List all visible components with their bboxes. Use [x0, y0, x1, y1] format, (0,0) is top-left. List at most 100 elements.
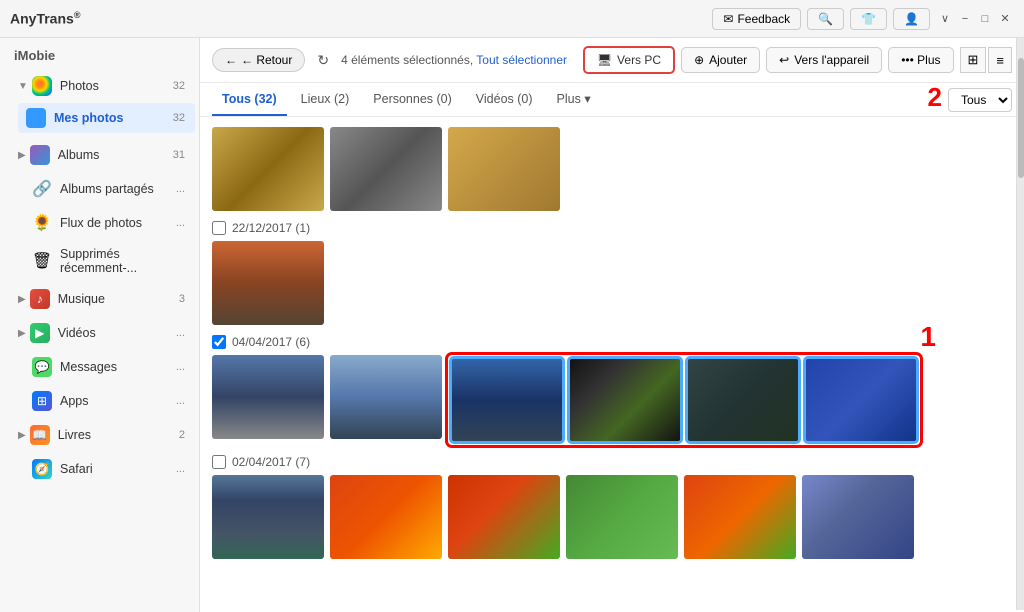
date-checkbox[interactable] — [212, 455, 226, 469]
date-group-top — [212, 127, 1012, 211]
sidebar-item-count: ... — [176, 183, 185, 195]
user-icon: 👤 — [904, 12, 919, 26]
date-text: 22/12/2017 (1) — [232, 221, 310, 235]
tab-personnes[interactable]: Personnes (0) — [363, 84, 462, 116]
sidebar-item-label: Photos — [60, 79, 169, 93]
videos-icon: ▶ — [30, 323, 50, 343]
sidebar-item-label: Safari — [60, 462, 172, 476]
sidebar-item-photos[interactable]: ▼ Photos 32 — [4, 70, 195, 102]
photo-thumb[interactable] — [566, 475, 678, 559]
sidebar-item-mes-photos[interactable]: Mes photos 32 — [18, 103, 195, 133]
tab-tous[interactable]: Tous (32) — [212, 84, 287, 116]
sidebar: iMobie ▼ Photos 32 Mes photos 32 ▶ Album… — [0, 38, 200, 612]
shared-icon: 🔗 — [32, 179, 52, 199]
chevron-down-btn[interactable]: ∨ — [936, 10, 954, 28]
photo-thumb-selected[interactable] — [569, 358, 681, 442]
sidebar-item-musique[interactable]: ▶ ♪ Musique 3 — [4, 283, 195, 315]
select-all-link[interactable]: Tout sélectionner — [476, 53, 567, 67]
tshirt-button[interactable]: 👕 — [850, 8, 887, 30]
photo-thumb-selected[interactable] — [687, 358, 799, 442]
sidebar-item-messages[interactable]: 💬 Messages ... — [4, 351, 195, 383]
sidebar-item-count: ... — [176, 217, 185, 229]
tab-lieux[interactable]: Lieux (2) — [291, 84, 360, 116]
content-area: ← ← Retour ↻ 4 éléments sélectionnés, To… — [200, 38, 1024, 612]
date-checkbox[interactable] — [212, 335, 226, 349]
sidebar-item-label: Mes photos — [54, 111, 169, 125]
tabs-right: 2 Tous — [928, 84, 1012, 115]
to-device-button[interactable]: ↩ Vers l'appareil — [766, 47, 882, 73]
photo-thumb[interactable] — [802, 475, 914, 559]
albums-icon — [30, 145, 50, 165]
back-button[interactable]: ← ← Retour — [212, 48, 305, 72]
to-pc-button[interactable]: 🖥 Vers PC — [583, 46, 675, 74]
sidebar-brand: iMobie — [0, 38, 199, 69]
sidebar-item-label: Vidéos — [58, 326, 172, 340]
photo-grid-container[interactable]: 22/12/2017 (1) 04/04/2017 (6) 1 — [200, 117, 1024, 612]
photo-thumb[interactable] — [212, 127, 324, 211]
sidebar-item-count: 2 — [179, 429, 185, 441]
list-icon: ≡ — [996, 53, 1004, 68]
photos-icon — [32, 76, 52, 96]
more-button[interactable]: ••• Plus — [888, 47, 953, 73]
photo-row — [212, 475, 1012, 559]
list-view-button[interactable]: ≡ — [988, 47, 1012, 73]
date-label: 22/12/2017 (1) — [212, 221, 1012, 235]
add-button[interactable]: ⊕ Ajouter — [681, 47, 760, 73]
sidebar-item-label: Albums — [58, 148, 169, 162]
main-layout: iMobie ▼ Photos 32 Mes photos 32 ▶ Album… — [0, 38, 1024, 612]
tab-plus[interactable]: Plus ▾ — [547, 83, 601, 116]
photo-thumb[interactable] — [684, 475, 796, 559]
grid-view-button[interactable]: ⊞ — [960, 47, 987, 73]
photo-thumb-selected[interactable] — [451, 358, 563, 442]
toolbar-actions: 🖥 Vers PC ⊕ Ajouter ↩ Vers l'appareil ••… — [583, 46, 1012, 74]
photo-thumb-selected[interactable] — [805, 358, 917, 442]
expand-icon: ▶ — [18, 294, 26, 305]
photo-thumb[interactable] — [212, 475, 324, 559]
view-toggle: ⊞ ≡ — [960, 47, 1013, 73]
sidebar-item-label: Livres — [58, 428, 175, 442]
trash-icon: 🗑 — [32, 251, 52, 271]
livres-icon: 📖 — [30, 425, 50, 445]
photo-thumb[interactable] — [212, 241, 324, 325]
date-text: 04/04/2017 (6) — [232, 335, 310, 349]
filter-select[interactable]: Tous — [948, 88, 1012, 112]
minimize-button[interactable]: − — [956, 10, 974, 28]
sidebar-item-label: Musique — [58, 292, 175, 306]
date-checkbox[interactable] — [212, 221, 226, 235]
sidebar-item-supprimes[interactable]: 🗑 Supprimés récemment-... — [4, 241, 195, 281]
sidebar-item-safari[interactable]: 🧭 Safari ... — [4, 453, 195, 485]
user-button[interactable]: 👤 — [893, 8, 930, 30]
back-arrow-icon: ← — [225, 53, 237, 67]
photo-thumb[interactable] — [330, 127, 442, 211]
sidebar-item-albums-partages[interactable]: 🔗 Albums partagés ... — [4, 173, 195, 205]
sidebar-item-videos[interactable]: ▶ ▶ Vidéos ... — [4, 317, 195, 349]
photo-thumb[interactable] — [448, 127, 560, 211]
photo-thumb[interactable] — [330, 355, 442, 439]
sidebar-item-count: 3 — [179, 293, 185, 305]
photo-thumb[interactable] — [448, 475, 560, 559]
maximize-button[interactable]: □ — [976, 10, 994, 28]
scrollbar[interactable] — [1016, 38, 1024, 610]
computer-icon: 🖥 — [597, 53, 612, 67]
sidebar-item-apps[interactable]: ⊞ Apps ... — [4, 385, 195, 417]
toolbar: ← ← Retour ↻ 4 éléments sélectionnés, To… — [200, 38, 1024, 83]
sidebar-item-flux[interactable]: 🌻 Flux de photos ... — [4, 207, 195, 239]
title-bar-left: AnyTrans® — [10, 10, 80, 27]
feedback-button[interactable]: ✉ Feedback — [712, 8, 801, 30]
grid-icon: ⊞ — [968, 52, 979, 67]
close-button[interactable]: ✕ — [996, 10, 1014, 28]
sidebar-item-livres[interactable]: ▶ 📖 Livres 2 — [4, 419, 195, 451]
sidebar-item-albums[interactable]: ▶ Albums 31 — [4, 139, 195, 171]
sidebar-item-count: ... — [176, 395, 185, 407]
refresh-button[interactable]: ↻ — [313, 48, 333, 73]
apps-icon: ⊞ — [32, 391, 52, 411]
expand-icon: ▼ — [18, 81, 28, 92]
sidebar-item-count: 31 — [173, 149, 185, 161]
search-button[interactable]: 🔍 — [807, 8, 844, 30]
date-text: 02/04/2017 (7) — [232, 455, 310, 469]
sidebar-section-photos: ▼ Photos 32 Mes photos 32 — [0, 69, 199, 134]
sidebar-item-count: ... — [176, 361, 185, 373]
photo-thumb[interactable] — [330, 475, 442, 559]
tab-videos[interactable]: Vidéos (0) — [466, 84, 543, 116]
photo-thumb[interactable] — [212, 355, 324, 439]
